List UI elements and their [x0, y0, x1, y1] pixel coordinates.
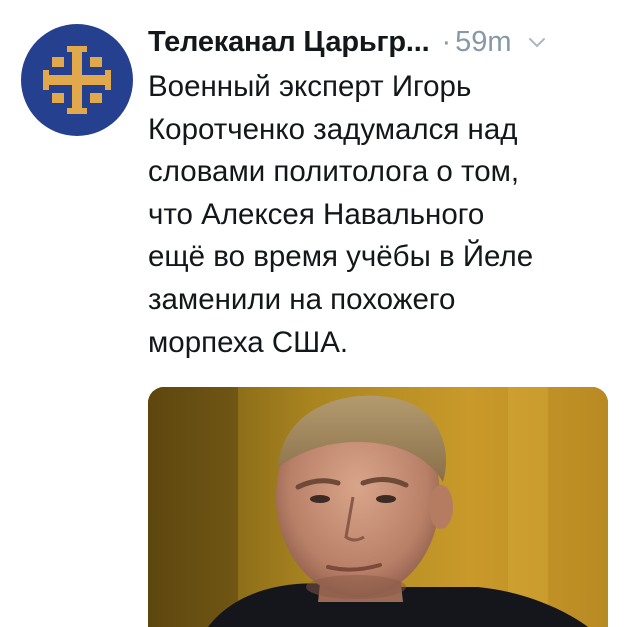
tweet-text-line: что Алексея Навального — [148, 197, 485, 231]
tweet-media-photo[interactable] — [148, 387, 608, 627]
tweet-text: Военный эксперт Игорь Коротченко задумал… — [148, 66, 618, 364]
tweet-header: Телеканал Царьгр... · 59m — [148, 22, 628, 62]
tweet-text-line: ещё во время учёбы в Йеле — [148, 240, 534, 274]
tweet-text-line: морпеха США. — [148, 325, 349, 359]
chevron-down-icon[interactable] — [526, 31, 548, 53]
tweet-text-line: заменили на похожего — [148, 282, 456, 316]
tweet-text-line: словами политолога о том, — [148, 155, 520, 189]
author-display-name[interactable]: Телеканал Царьгр... — [148, 26, 430, 59]
tweet-text-line: Военный эксперт Игорь — [148, 70, 472, 103]
tweet-text-line: Коротченко задумался над — [148, 112, 518, 146]
header-separator: · — [441, 25, 452, 58]
cross-logo-icon — [43, 46, 111, 114]
photo-illustration — [148, 387, 608, 627]
tweet-card[interactable]: Телеканал Царьгр... · 59m Военный экспер… — [0, 0, 640, 627]
tweet-timestamp[interactable]: 59m — [455, 26, 511, 59]
avatar[interactable] — [21, 24, 133, 136]
